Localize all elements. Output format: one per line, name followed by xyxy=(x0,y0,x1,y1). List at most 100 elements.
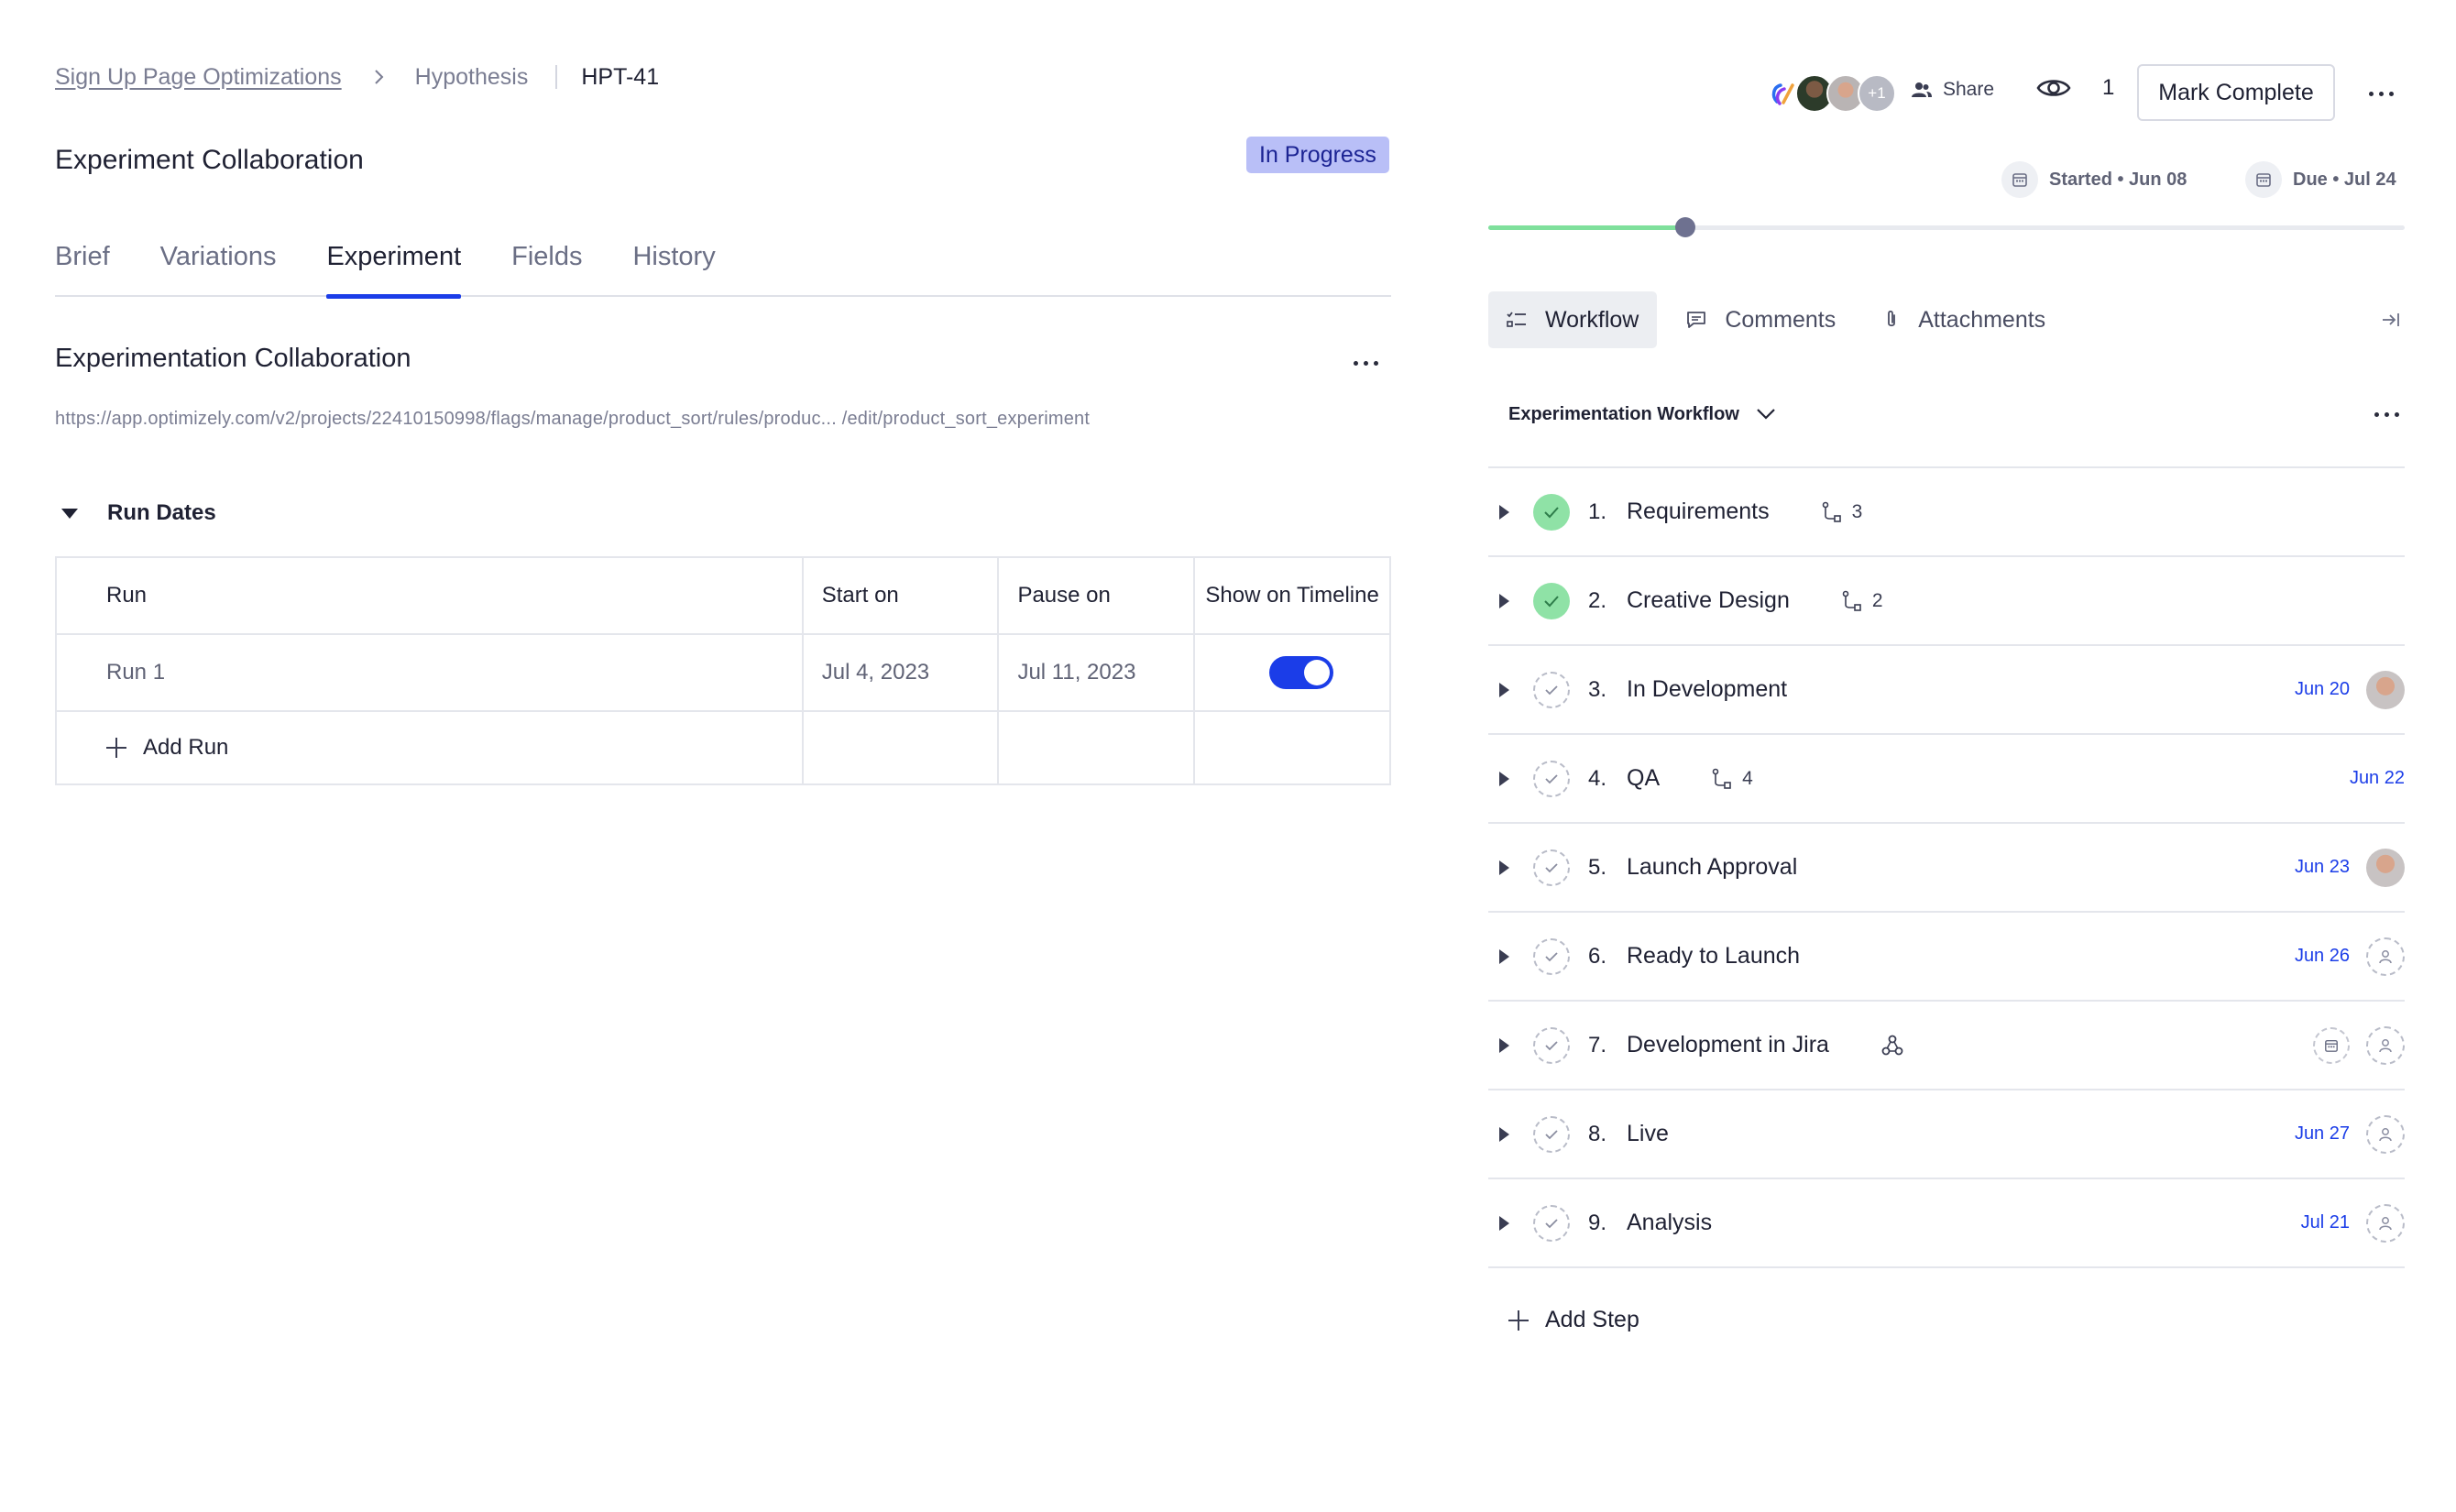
caret-right-icon[interactable] xyxy=(1499,1126,1509,1142)
side-panel-tabs: Workflow Comments Attachments xyxy=(1488,291,2405,348)
tab-bar: Brief Variations Experiment Fields Histo… xyxy=(55,236,1391,299)
timeline-progress xyxy=(1488,217,2405,237)
caret-right-icon[interactable] xyxy=(1499,948,1509,964)
tab-workflow[interactable]: Workflow xyxy=(1488,291,1658,348)
collapse-right-icon xyxy=(2383,313,2399,326)
step-complete-check[interactable] xyxy=(1533,1026,1570,1064)
run-pause-cell[interactable]: Jul 11, 2023 xyxy=(997,633,1196,712)
workflow-step-development-in-jira[interactable]: 7. Development in Jira xyxy=(1488,1002,2405,1090)
started-date-chip[interactable]: Started • Jun 08 xyxy=(2001,161,2187,198)
collaboration-more-button[interactable] xyxy=(1347,345,1384,381)
share-button[interactable]: Share xyxy=(1912,79,1994,101)
step-due-date[interactable]: Jun 20 xyxy=(2295,679,2350,700)
share-label: Share xyxy=(1943,79,1995,100)
step-complete-check[interactable] xyxy=(1533,760,1570,797)
caret-right-icon[interactable] xyxy=(1499,593,1509,608)
avatar[interactable] xyxy=(2366,670,2405,709)
breadcrumb-section[interactable]: Hypothesis xyxy=(415,64,529,91)
workflow-select[interactable]: Experimentation Workflow xyxy=(1488,404,1776,425)
workflow-step-requirements[interactable]: 1. Requirements 3 xyxy=(1488,468,2405,557)
step-label: In Development xyxy=(1627,676,1788,702)
step-label: Development in Jira xyxy=(1627,1032,1829,1057)
step-due-date[interactable]: Jun 27 xyxy=(2295,1123,2350,1145)
add-step-button[interactable]: Add Step xyxy=(1508,1307,1639,1333)
step-meta xyxy=(2313,1002,2405,1089)
workflow-step-creative-design[interactable]: 2. Creative Design 2 xyxy=(1488,557,2405,646)
collaboration-title: Experimentation Collaboration xyxy=(55,344,411,373)
step-due-date[interactable]: Jun 23 xyxy=(2295,857,2350,878)
due-date: Due • Jul 24 xyxy=(2293,169,2396,190)
avatar[interactable] xyxy=(2366,848,2405,887)
status-badge[interactable]: In Progress xyxy=(1246,137,1389,173)
mark-complete-button[interactable]: Mark Complete xyxy=(2137,64,2335,121)
step-due-date[interactable]: Jul 21 xyxy=(2301,1212,2350,1233)
tab-comments[interactable]: Comments xyxy=(1668,291,1854,348)
caret-right-icon[interactable] xyxy=(1499,1037,1509,1053)
step-due-date[interactable]: Jun 22 xyxy=(2350,768,2405,789)
step-meta: Jun 27 xyxy=(2295,1090,2405,1178)
comment-icon xyxy=(1687,312,1706,328)
run-dates-toggle[interactable]: Run Dates xyxy=(55,499,216,528)
tab-experiment[interactable]: Experiment xyxy=(326,236,461,299)
step-complete-check[interactable] xyxy=(1533,493,1570,531)
empty-cell xyxy=(801,710,1000,785)
assign-user-button[interactable] xyxy=(2366,1025,2405,1065)
workflow-step-qa[interactable]: 4. QA 4 Jun 22 xyxy=(1488,735,2405,824)
step-label: QA xyxy=(1627,765,1661,791)
step-complete-check[interactable] xyxy=(1533,1204,1570,1242)
user-icon xyxy=(2379,949,2392,963)
tab-variations[interactable]: Variations xyxy=(160,236,277,297)
step-complete-check[interactable] xyxy=(1533,1115,1570,1153)
workflow-step-in-development[interactable]: 3. In Development Jun 20 xyxy=(1488,646,2405,735)
caret-right-icon[interactable] xyxy=(1499,771,1509,786)
paperclip-icon xyxy=(1888,310,1896,327)
add-run-cell: Add Run xyxy=(55,710,804,785)
step-number: 2. xyxy=(1588,587,1607,613)
caret-right-icon[interactable] xyxy=(1499,860,1509,875)
subtask-count-value: 4 xyxy=(1742,767,1753,789)
watchers-button[interactable]: 1 xyxy=(2036,75,2114,101)
step-complete-check[interactable] xyxy=(1533,582,1570,619)
assign-user-button[interactable] xyxy=(2366,1114,2405,1154)
step-complete-check[interactable] xyxy=(1533,937,1570,975)
integration-indicator[interactable] xyxy=(1880,1034,1913,1057)
assign-user-button[interactable] xyxy=(2366,1203,2405,1243)
run-start-cell[interactable]: Jul 4, 2023 xyxy=(801,633,1000,712)
due-date-chip[interactable]: Due • Jul 24 xyxy=(2245,161,2396,198)
step-complete-check[interactable] xyxy=(1533,849,1570,886)
add-run-button[interactable]: Add Run xyxy=(57,735,802,761)
caret-right-icon[interactable] xyxy=(1499,504,1509,520)
header-more-button[interactable] xyxy=(2363,75,2399,112)
set-due-date-button[interactable] xyxy=(2313,1026,2350,1064)
collapse-panel-button[interactable] xyxy=(2377,306,2405,334)
user-icon xyxy=(2379,1216,2392,1230)
experiment-url[interactable]: https://app.optimizely.com/v2/projects/2… xyxy=(55,409,1090,430)
workflow-step-live[interactable]: 8. Live Jun 27 xyxy=(1488,1090,2405,1179)
tab-fields[interactable]: Fields xyxy=(511,236,582,297)
collaborator-avatars[interactable]: +1 xyxy=(1764,73,1896,114)
user-icon xyxy=(2379,1127,2392,1141)
workflow-step-ready-to-launch[interactable]: 6. Ready to Launch Jun 26 xyxy=(1488,913,2405,1002)
tab-attachments[interactable]: Attachments xyxy=(1865,291,2064,348)
caret-right-icon[interactable] xyxy=(1499,682,1509,697)
workflow-step-launch-approval[interactable]: 5. Launch Approval Jun 23 xyxy=(1488,824,2405,913)
breadcrumb-project-link[interactable]: Sign Up Page Optimizations xyxy=(55,64,342,91)
show-on-timeline-toggle[interactable] xyxy=(1269,656,1334,689)
caret-right-icon[interactable] xyxy=(1499,1215,1509,1231)
tab-brief[interactable]: Brief xyxy=(55,236,110,297)
step-number: 8. xyxy=(1588,1121,1607,1146)
step-number: 4. xyxy=(1588,765,1607,791)
step-due-date[interactable]: Jun 26 xyxy=(2295,946,2350,967)
tab-history[interactable]: History xyxy=(632,236,715,297)
timeline-progress-handle[interactable] xyxy=(1675,217,1695,237)
run-name-cell[interactable]: Run 1 xyxy=(55,633,804,712)
workflow-more-button[interactable] xyxy=(2368,396,2405,433)
workflow-step-analysis[interactable]: 9. Analysis Jul 21 xyxy=(1488,1179,2405,1268)
calendar-icon xyxy=(2325,1039,2338,1052)
assign-user-button[interactable] xyxy=(2366,937,2405,976)
plus-icon xyxy=(106,738,126,758)
caret-down-icon xyxy=(61,508,78,519)
check-icon xyxy=(1545,951,1558,961)
user-icon xyxy=(2379,1038,2392,1052)
step-complete-check[interactable] xyxy=(1533,671,1570,708)
